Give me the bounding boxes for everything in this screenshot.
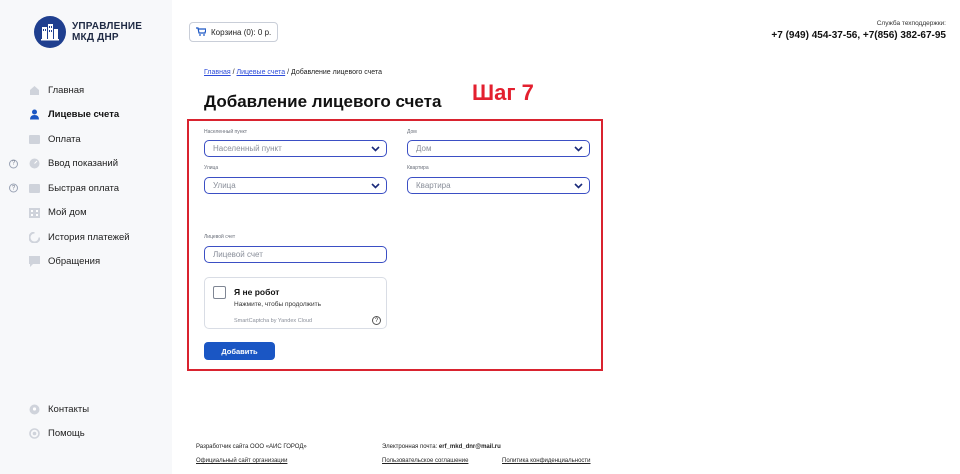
fast-pay-icon — [28, 182, 40, 194]
sidebar-item-label: Обращения — [48, 256, 101, 268]
footer-developer: Разработчик сайта ООО «АИС ГОРОД» — [196, 444, 307, 450]
breadcrumb-current: Добавление лицевого счета — [291, 69, 382, 76]
cart-icon — [196, 26, 207, 38]
step-label: Шаг 7 — [472, 80, 534, 105]
sidebar-item-label: Ввод показаний — [48, 158, 119, 170]
sidebar-item-payment-history[interactable]: История платежей — [0, 225, 172, 250]
user-icon — [28, 109, 40, 121]
sidebar-item-help[interactable]: Помощь — [0, 422, 172, 447]
breadcrumb: Главная / Лицевые счета / Добавление лиц… — [204, 69, 382, 76]
message-icon — [28, 256, 40, 268]
sidebar-item-payment[interactable]: Оплата — [0, 127, 172, 152]
home-icon — [28, 84, 40, 96]
sidebar-item-requests[interactable]: Обращения — [0, 250, 172, 275]
add-account-button[interactable]: Добавить — [204, 342, 275, 360]
locality-label: Населенный пункт — [204, 129, 248, 135]
house-select[interactable]: Дом — [407, 140, 590, 157]
location-icon — [28, 403, 40, 415]
breadcrumb-home-link[interactable]: Главная — [204, 69, 231, 76]
sidebar-item-label: История платежей — [48, 231, 130, 243]
street-select[interactable]: Улица — [204, 177, 387, 194]
support-info: Служба техподдержки: +7 (949) 454-37-56,… — [771, 20, 946, 41]
account-placeholder: Лицевой счет — [213, 250, 263, 259]
chevron-down-icon — [574, 145, 583, 152]
help-badge-icon[interactable]: ? — [9, 183, 18, 193]
help-icon — [28, 428, 40, 440]
street-placeholder: Улица — [213, 181, 236, 190]
chevron-down-icon — [574, 182, 583, 189]
sidebar-item-label: Лицевые счета — [48, 109, 120, 121]
breadcrumb-accounts-link[interactable]: Лицевые счета — [237, 69, 286, 76]
logo[interactable]: УПРАВЛЕНИЕ МКД ДНР — [34, 16, 142, 48]
captcha-title: Я не робот — [234, 287, 280, 297]
apartment-select[interactable]: Квартира — [407, 177, 590, 194]
apartment-placeholder: Квартира — [416, 181, 451, 190]
support-label: Служба техподдержки: — [876, 20, 946, 27]
sidebar-item-contacts[interactable]: Контакты — [0, 397, 172, 422]
captcha-checkbox[interactable] — [213, 286, 226, 299]
cart-label: Корзина (0): 0 р. — [211, 27, 272, 37]
footer-official-site-link[interactable]: Официальный сайт организации — [196, 458, 287, 464]
sidebar-item-label: Мой дом — [48, 207, 87, 219]
sidebar-item-label: Оплата — [48, 133, 81, 145]
chevron-down-icon — [371, 145, 380, 152]
locality-select[interactable]: Населенный пункт — [204, 140, 387, 157]
history-icon — [28, 231, 40, 243]
apartment-label: Квартира — [407, 165, 429, 171]
logo-line1: УПРАВЛЕНИЕ — [72, 21, 143, 32]
sidebar-item-label: Быстрая оплата — [48, 182, 120, 194]
sidebar-bottom-nav: Контакты Помощь — [0, 397, 172, 446]
sidebar-item-fast-pay[interactable]: ? Быстрая оплата — [0, 176, 172, 201]
sidebar-item-meter-readings[interactable]: ? Ввод показаний — [0, 152, 172, 177]
support-phones[interactable]: +7 (949) 454-37-56, +7(856) 382-67-95 — [771, 30, 946, 41]
building-logo-icon — [34, 16, 66, 48]
sidebar-item-label: Главная — [48, 84, 85, 96]
sidebar-item-my-house[interactable]: Мой дом — [0, 201, 172, 226]
captcha-brand: SmartCaptcha by Yandex Cloud — [234, 318, 313, 324]
sidebar-item-label: Контакты — [48, 403, 90, 415]
help-badge-icon[interactable]: ? — [9, 159, 18, 169]
captcha-subtitle: Нажмите, чтобы продолжить — [234, 301, 322, 308]
card-icon — [28, 133, 40, 145]
sidebar-nav: Главная Лицевые счета Оплата ? Ввод пока… — [0, 78, 172, 274]
chevron-down-icon — [371, 182, 380, 189]
account-input[interactable]: Лицевой счет — [204, 246, 387, 263]
sidebar: УПРАВЛЕНИЕ МКД ДНР Главная Лицевые счета… — [0, 0, 172, 474]
footer-user-agreement-link[interactable]: Пользовательское соглашение — [382, 458, 468, 464]
footer-privacy-link[interactable]: Политика конфиденциальности — [502, 458, 591, 464]
footer-email: Электронная почта: erf_mkd_dnr@mail.ru — [382, 444, 501, 450]
house-placeholder: Дом — [416, 144, 432, 153]
footer-email-label: Электронная почта: — [382, 444, 439, 450]
logo-text: УПРАВЛЕНИЕ МКД ДНР — [72, 21, 142, 43]
captcha-widget: Я не робот Нажмите, чтобы продолжить Sma… — [204, 277, 387, 329]
account-label: Лицевой счет — [204, 234, 236, 240]
sidebar-item-accounts[interactable]: Лицевые счета — [0, 103, 172, 128]
meter-icon — [28, 158, 40, 170]
building-icon — [28, 207, 40, 219]
footer-email-value[interactable]: erf_mkd_dnr@mail.ru — [439, 444, 501, 450]
logo-line2: МКД ДНР — [72, 32, 119, 43]
locality-placeholder: Населенный пункт — [213, 144, 282, 153]
sidebar-item-label: Помощь — [48, 428, 85, 440]
house-label: Дом — [407, 129, 417, 135]
sidebar-item-home[interactable]: Главная — [0, 78, 172, 103]
page-title: Добавление лицевого счета — [204, 92, 442, 111]
cart-button[interactable]: Корзина (0): 0 р. — [189, 22, 279, 42]
captcha-help-icon[interactable]: ? — [372, 316, 381, 325]
street-label: Улица — [204, 165, 219, 171]
